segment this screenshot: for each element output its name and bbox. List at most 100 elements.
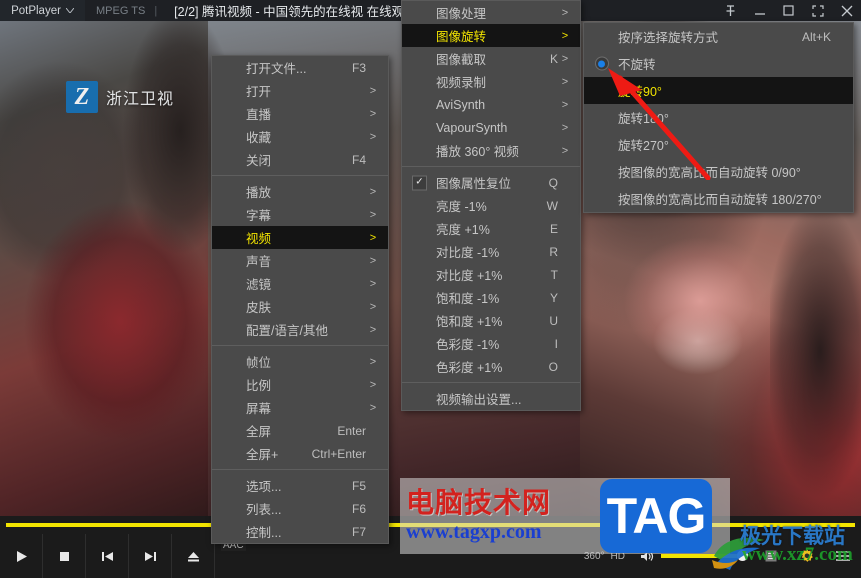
maximize-icon[interactable] — [774, 0, 803, 21]
watermark-xz7: 极光下载站 www.xz7.com — [712, 520, 861, 578]
menu-item[interactable]: 按序选择旋转方式 Alt+K — [584, 23, 853, 50]
menu-item[interactable]: 列表... F6 — [212, 497, 388, 520]
menu-item-label: 视频输出设置... — [436, 393, 522, 407]
fullscreen-icon[interactable] — [803, 0, 832, 21]
menu-item-label: 滤镜 — [246, 278, 272, 292]
menu-item-label: 选项... — [246, 480, 282, 494]
menu-item-label: 打开文件... — [246, 62, 307, 76]
menu-item[interactable]: 选项... F5 — [212, 474, 388, 497]
menu-item[interactable]: 全屏 Enter — [212, 419, 388, 442]
menu-item[interactable]: 图像截取 K > — [402, 47, 580, 70]
menu-item-label: 比例 — [246, 379, 272, 393]
menu-item[interactable]: 视频输出设置... — [402, 387, 580, 410]
eject-button[interactable] — [172, 534, 215, 578]
menu-item-shortcut: W — [546, 198, 558, 213]
submenu-arrow-icon: > — [561, 6, 569, 19]
menu-item[interactable]: 声音 > — [212, 249, 388, 272]
menu-item-shortcut: F7 — [351, 524, 366, 539]
channel-logo-letter: Z — [74, 84, 90, 110]
minimize-icon[interactable] — [745, 0, 774, 21]
menu-item[interactable]: 对比度 +1% T — [402, 263, 580, 286]
menu-item[interactable]: 色彩度 -1% I — [402, 332, 580, 355]
menu-item[interactable]: 收藏 > — [212, 125, 388, 148]
menu-item-shortcut: F5 — [351, 478, 366, 493]
menu-item-label: 字幕 — [246, 209, 272, 223]
menu-item-label: 旋转180° — [618, 112, 669, 126]
menu-item[interactable]: 帧位 > — [212, 350, 388, 373]
menu-item[interactable]: AviSynth > — [402, 93, 580, 116]
menu-item[interactable]: 亮度 -1% W — [402, 194, 580, 217]
app-menu-button[interactable]: PotPlayer — [0, 0, 85, 21]
menu-item[interactable]: 色彩度 +1% O — [402, 355, 580, 378]
menu-item[interactable]: 关闭 F4 — [212, 148, 388, 171]
menu-item[interactable]: 打开 > — [212, 79, 388, 102]
title-separator: | — [154, 4, 158, 17]
close-icon[interactable] — [832, 0, 861, 21]
menu-item[interactable]: 打开文件... F3 — [212, 56, 388, 79]
menu-item[interactable]: 按图像的宽高比而自动旋转 0/90° — [584, 158, 853, 185]
menu-item[interactable]: 屏幕 > — [212, 396, 388, 419]
menu-item[interactable]: 滤镜 > — [212, 272, 388, 295]
menu-item[interactable]: ✓ 图像属性复位 Q — [402, 171, 580, 194]
menu-item[interactable]: 全屏+ Ctrl+Enter — [212, 442, 388, 465]
submenu-arrow-icon: > — [369, 355, 377, 368]
menu-item[interactable]: 直播 > — [212, 102, 388, 125]
menu-item[interactable]: VapourSynth > — [402, 116, 580, 139]
menu-item-label: 直播 — [246, 108, 272, 122]
window-controls — [716, 0, 861, 21]
menu-item-label: 不旋转 — [618, 58, 656, 72]
image-rotate-submenu[interactable]: 按序选择旋转方式 Alt+K 不旋转 旋转90° 旋转180° 旋转270° 按图像的宽高比… — [583, 22, 854, 213]
next-button[interactable] — [129, 534, 172, 578]
chevron-down-icon — [65, 7, 75, 15]
menu-item-shortcut: T — [550, 267, 558, 282]
menu-item-label: 图像截取 — [436, 53, 487, 67]
watermark-tagxp: 电脑技术网 www.tagxp.com TAG — [400, 478, 730, 554]
menu-item[interactable]: 比例 > — [212, 373, 388, 396]
menu-item[interactable]: 播放 > — [212, 180, 388, 203]
menu-item[interactable]: 旋转180° — [584, 104, 853, 131]
menu-item-shortcut: U — [549, 313, 558, 328]
pin-icon[interactable] — [716, 0, 745, 21]
menu-item-label: 图像处理 — [436, 7, 487, 21]
submenu-arrow-icon: > — [369, 378, 377, 391]
main-context-menu[interactable]: 打开文件... F3 打开 > 直播 > 收藏 > 关闭 F4 播放 > 字幕 > 视频 > 声音 > 滤镜 > 皮肤 >… — [211, 55, 389, 544]
menu-item[interactable]: 播放 360° 视频 > — [402, 139, 580, 162]
menu-item[interactable]: 图像处理 > — [402, 1, 580, 24]
menu-item-shortcut: F4 — [351, 152, 366, 167]
menu-item[interactable]: 按图像的宽高比而自动旋转 180/270° — [584, 185, 853, 212]
menu-item-label: 饱和度 -1% — [436, 292, 500, 306]
menu-item[interactable]: 旋转270° — [584, 131, 853, 158]
menu-item[interactable]: 不旋转 — [584, 50, 853, 77]
menu-item[interactable]: 控制... F7 — [212, 520, 388, 543]
submenu-arrow-icon: > — [369, 208, 377, 221]
menu-item-label: 全屏 — [246, 425, 272, 439]
radio-selected-icon — [594, 56, 609, 71]
menu-item-label: 配置/语言/其他 — [246, 324, 328, 338]
stop-button[interactable] — [43, 534, 86, 578]
menu-item[interactable]: 对比度 -1% R — [402, 240, 580, 263]
menu-item[interactable]: 配置/语言/其他 > — [212, 318, 388, 341]
menu-item[interactable]: 视频录制 > — [402, 70, 580, 93]
play-button[interactable] — [0, 534, 43, 578]
menu-item[interactable]: 饱和度 -1% Y — [402, 286, 580, 309]
menu-item-label: 对比度 +1% — [436, 269, 503, 283]
menu-separator — [212, 469, 388, 470]
menu-item[interactable]: 饱和度 +1% U — [402, 309, 580, 332]
submenu-arrow-icon: > — [369, 300, 377, 313]
video-submenu[interactable]: 图像处理 > 图像旋转 > 图像截取 K > 视频录制 > AviSynth > VapourSynt… — [401, 0, 581, 411]
menu-item-label: 屏幕 — [246, 402, 272, 416]
menu-item-label: 皮肤 — [246, 301, 272, 315]
menu-item-label: 色彩度 -1% — [436, 338, 500, 352]
menu-item[interactable]: 字幕 > — [212, 203, 388, 226]
menu-separator — [402, 382, 580, 383]
menu-item[interactable]: 皮肤 > — [212, 295, 388, 318]
menu-item[interactable]: 旋转90° — [584, 77, 853, 104]
menu-item[interactable]: 视频 > — [212, 226, 388, 249]
menu-item[interactable]: 图像旋转 > — [402, 24, 580, 47]
menu-item[interactable]: 亮度 +1% E — [402, 217, 580, 240]
menu-item-label: 控制... — [246, 526, 282, 540]
menu-item-shortcut: Ctrl+Enter — [311, 446, 366, 461]
menu-item-shortcut: Enter — [337, 423, 366, 438]
previous-button[interactable] — [86, 534, 129, 578]
codec-text: MPEG TS — [96, 4, 146, 17]
